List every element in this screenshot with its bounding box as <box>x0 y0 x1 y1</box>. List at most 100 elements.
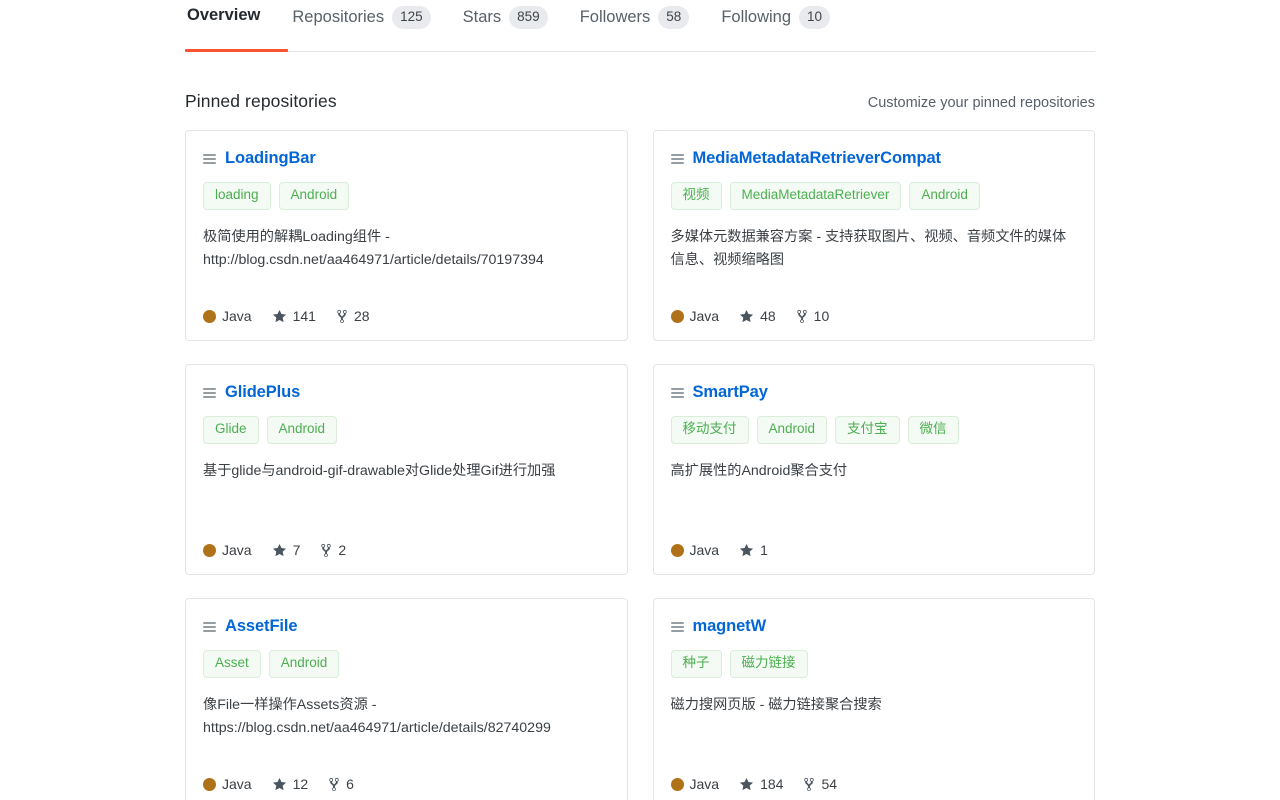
tab-overview[interactable]: Overview <box>185 0 276 45</box>
repo-topic-tag[interactable]: 种子 <box>670 650 722 678</box>
tabnav-divider <box>185 51 1095 52</box>
repo-stars[interactable]: 7 <box>272 542 301 558</box>
repo-topic-tag[interactable]: 支付宝 <box>835 416 900 444</box>
pinned-repo-header: magnetW <box>670 617 1078 636</box>
repo-forks[interactable]: 54 <box>803 776 837 792</box>
repo-star-count: 12 <box>292 776 309 792</box>
repo-language-label: Java <box>222 308 252 324</box>
repo-stars[interactable]: 141 <box>272 308 316 324</box>
repo-language-label: Java <box>689 542 720 558</box>
pinned-repositories-title: Pinned repositories <box>185 91 337 111</box>
repo-topic-tag[interactable]: Android <box>266 416 338 444</box>
repo-fork-count: 2 <box>338 542 347 558</box>
repo-meta-row: Java 48 10 <box>670 308 1078 324</box>
drag-handle-icon[interactable] <box>203 621 216 632</box>
repo-fork-count: 54 <box>821 776 838 792</box>
language-color-dot-icon <box>203 777 216 791</box>
tab-label: Overview <box>187 6 261 24</box>
repo-star-count: 1 <box>760 542 768 558</box>
pinned-repositories-grid: LoadingBar loading Android 极简使用的解耦Loading组件… <box>185 130 1095 800</box>
fork-icon <box>336 309 348 324</box>
profile-tab-nav: Overview Repositories 125 Stars 859 Followers… <box>185 0 1095 52</box>
profile-page: Overview Repositories 125 Stars 859 Followers… <box>0 0 1280 800</box>
pinned-repo-card: GlidePlus Glide Android 基于glide与android-gif… <box>185 364 628 575</box>
pinned-repo-card: LoadingBar loading Android 极简使用的解耦Loading组件… <box>185 130 628 341</box>
language-color-dot-icon <box>670 309 684 323</box>
repo-description: 基于glide与android-gif-drawable对Glide处理Gif进… <box>203 462 556 479</box>
pinned-repo-card: SmartPay 移动支付 Android 支付宝 微信 高扩展性的Android聚合支付… <box>652 364 1095 575</box>
repo-forks[interactable]: 2 <box>320 542 346 558</box>
language-color-dot-icon <box>203 543 216 557</box>
tab-counter: 125 <box>392 6 431 29</box>
repo-star-count: 184 <box>760 776 784 792</box>
customize-pinned-repositories-link[interactable]: Customize your pinned repositories <box>868 95 1095 111</box>
repo-stars[interactable]: 12 <box>272 776 309 792</box>
repo-topic-tag[interactable]: Android <box>268 650 340 678</box>
pinned-repo-header: GlidePlus <box>203 383 610 402</box>
repo-meta-row: Java 1 <box>670 542 1078 558</box>
repo-meta-row: Java 141 28 <box>203 308 610 324</box>
repo-language: Java <box>203 308 252 324</box>
drag-handle-icon[interactable] <box>670 387 684 398</box>
repo-name-link[interactable]: magnetW <box>693 617 767 636</box>
fork-icon <box>320 543 332 558</box>
repo-topic-tag[interactable]: Asset <box>203 650 261 678</box>
drag-handle-icon[interactable] <box>670 153 684 164</box>
repo-stars[interactable]: 48 <box>739 308 776 324</box>
repo-meta-row: Java 184 54 <box>670 776 1078 792</box>
star-icon <box>739 543 754 558</box>
repo-topic-tag[interactable]: Android <box>278 182 350 210</box>
pinned-repo-header: AssetFile <box>203 617 610 636</box>
tab-followers[interactable]: Followers 58 <box>564 0 706 49</box>
repo-description: 多媒体元数据兼容方案 - 支持获取图片、视频、音频文件的媒体信息、视频缩略图 <box>670 228 1067 268</box>
repo-name-link[interactable]: MediaMetadataRetrieverCompat <box>693 149 942 168</box>
repo-topic-list: 视频 MediaMetadataRetriever Android <box>670 182 1078 210</box>
pinned-repo-card: magnetW 种子 磁力链接 磁力搜网页版 - 磁力链接聚合搜索 Java 184 54 <box>652 598 1095 800</box>
repo-topic-list: Glide Android <box>203 416 610 444</box>
repo-forks[interactable]: 6 <box>328 776 354 792</box>
repo-topic-tag[interactable]: loading <box>203 182 271 210</box>
drag-handle-icon[interactable] <box>203 153 216 164</box>
tab-stars[interactable]: Stars 859 <box>447 0 564 49</box>
repo-topic-tag[interactable]: 移动支付 <box>670 416 749 444</box>
repo-name-link[interactable]: SmartPay <box>693 383 768 402</box>
repo-topic-tag[interactable]: MediaMetadataRetriever <box>729 182 902 210</box>
repo-star-count: 7 <box>292 542 301 558</box>
repo-language-label: Java <box>689 308 720 324</box>
repo-topic-tag[interactable]: 微信 <box>907 416 959 444</box>
repo-topic-tag[interactable]: 视频 <box>670 182 722 210</box>
repo-topic-tag[interactable]: Android <box>909 182 980 210</box>
fork-icon <box>803 777 815 792</box>
drag-handle-icon[interactable] <box>670 621 684 632</box>
repo-topic-tag[interactable]: 磁力链接 <box>729 650 808 678</box>
repo-meta-row: Java 12 6 <box>203 776 610 792</box>
repo-language: Java <box>670 542 720 558</box>
repo-topic-tag[interactable]: Android <box>756 416 828 444</box>
repo-forks[interactable]: 28 <box>336 308 370 324</box>
pinned-repo-header: SmartPay <box>670 383 1078 402</box>
fork-icon <box>796 309 808 324</box>
repo-stars[interactable]: 184 <box>739 776 783 792</box>
tab-counter: 58 <box>658 6 690 29</box>
repo-forks[interactable]: 10 <box>796 308 829 324</box>
repo-name-link[interactable]: GlidePlus <box>225 383 300 402</box>
drag-handle-icon[interactable] <box>203 387 216 398</box>
repo-topic-tag[interactable]: Glide <box>203 416 259 444</box>
repo-language: Java <box>670 308 720 324</box>
fork-icon <box>328 777 340 792</box>
tab-counter: 859 <box>509 6 548 29</box>
repo-topic-list: loading Android <box>203 182 610 210</box>
repo-stars[interactable]: 1 <box>739 542 768 558</box>
repo-name-link[interactable]: AssetFile <box>225 617 298 636</box>
tab-following[interactable]: Following 10 <box>705 0 846 49</box>
repo-description: 像File一样操作Assets资源 - https://blog.csdn.ne… <box>203 696 551 736</box>
repo-name-link[interactable]: LoadingBar <box>225 149 316 168</box>
star-icon <box>272 309 287 324</box>
tab-label: Repositories <box>292 7 385 26</box>
pinned-repo-card: AssetFile Asset Android 像File一样操作Assets资源 -… <box>185 598 628 800</box>
repo-star-count: 48 <box>760 308 776 324</box>
tab-repositories[interactable]: Repositories 125 <box>276 0 446 49</box>
language-color-dot-icon <box>203 309 216 323</box>
pinned-repo-header: LoadingBar <box>203 149 610 168</box>
tab-label: Following <box>721 7 792 26</box>
